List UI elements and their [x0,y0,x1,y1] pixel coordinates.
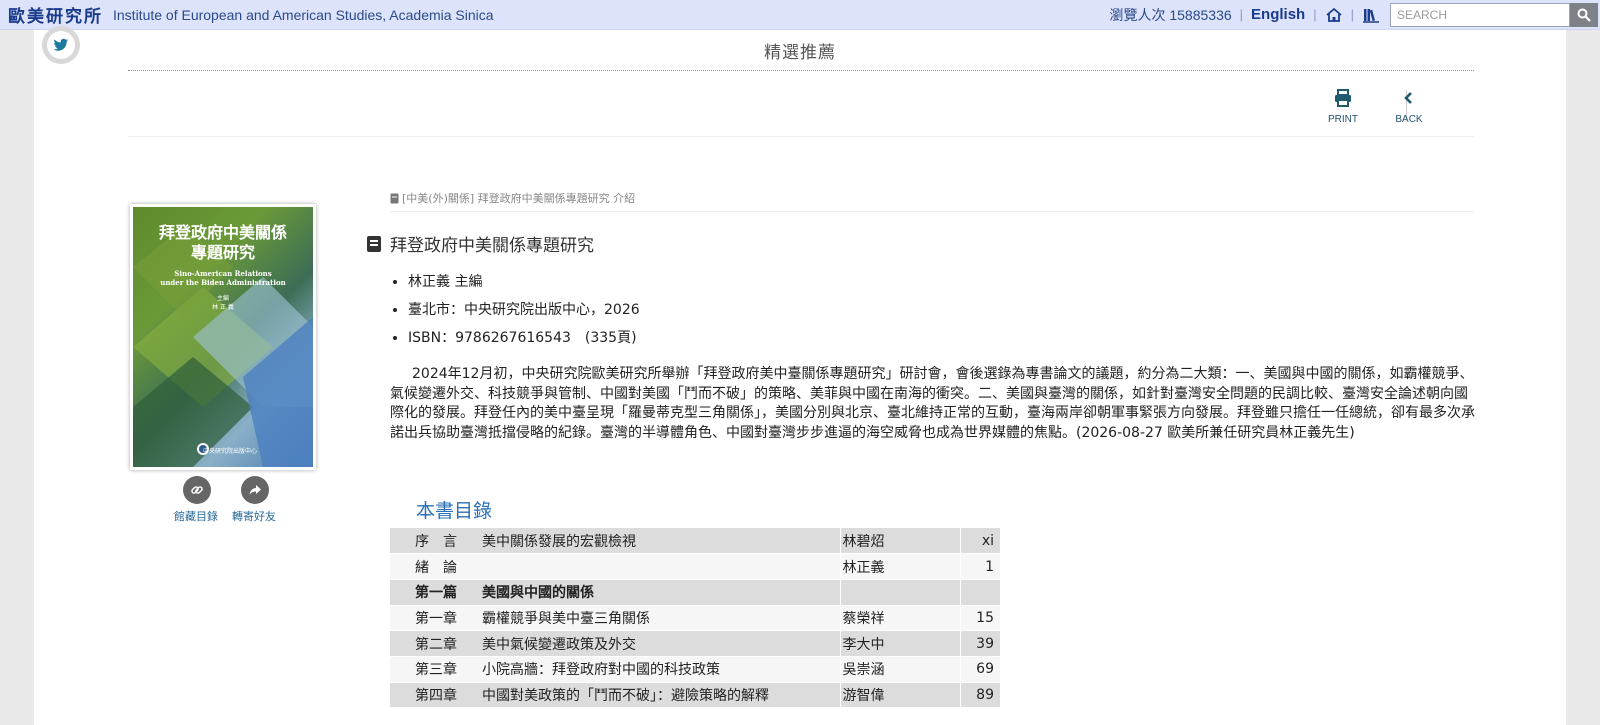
book-publisher: 臺北市：中央研究院出版中心，2026 [408,300,640,328]
toc-author: 林正義 [839,553,960,580]
forward-friend-button[interactable] [241,476,269,504]
book-isbn: ISBN：9786267616543 (335頁) [408,328,640,356]
toc-chapter-title: 小院高牆：拜登政府對中國的科技政策 [482,656,840,683]
print-button[interactable]: PRINT [1321,88,1365,125]
share-arrow-icon [249,485,261,495]
toc-row: 序 言美中關係發展的宏觀檢視 林碧炤 xi [390,528,1000,555]
toc-author [839,579,960,606]
search-input[interactable] [1390,2,1570,27]
site-logo[interactable]: 歐美研究所 [8,2,103,27]
toc-chapter-number: 第二章 [390,630,482,657]
book-icon [367,235,381,252]
toc-page: 69 [959,656,1000,683]
toc-chapter-number: 緒 論 [390,553,482,580]
toc-author: 吳崇涵 [839,656,960,683]
toc-page: 15 [959,605,1000,632]
cover-title: 拜登政府中美關係 專題研究 [158,223,287,262]
top-bar: 歐美研究所 Institute of European and American… [0,0,1600,30]
collection-catalog-button[interactable] [183,476,211,504]
back-button[interactable]: BACK [1387,88,1431,125]
book-title-text: 拜登政府中美關係專題研究 [390,236,594,256]
divider [390,211,1474,212]
books-icon[interactable] [1362,6,1380,24]
visit-counter: 瀏覽人次 15885336 [1109,6,1232,23]
toc-author: 蔡榮祥 [839,605,960,632]
book-meta-list: 林正義 主編 臺北市：中央研究院出版中心，2026 ISBN：978626761… [408,272,640,356]
chevron-left-icon [1404,92,1412,104]
toc-page [959,579,1000,606]
toc-chapter-title: 美國與中國的關係 [482,579,840,606]
english-link[interactable]: English [1251,6,1305,23]
divider: | [1313,7,1317,22]
toc-chapter-title: 美中氣候變遷政策及外交 [482,630,840,657]
toc-page: xi [959,528,1000,555]
toc-author: 林碧炤 [839,528,960,555]
section-title: 精選推薦 [764,43,836,63]
toc-page: 1 [959,553,1000,580]
home-icon[interactable] [1325,6,1343,24]
topbar-right: 瀏覽人次 15885336 | English | | [1109,0,1600,30]
toc-row: 第四章 中國對美政策的「鬥而不破」：避險策略的解釋 游智偉 89 [390,682,1000,709]
toc-chapter-number: 第四章 [390,682,482,709]
book-cover: 拜登政府中美關係 專題研究 Sino-American Relations un… [130,204,316,470]
toc-author: 游智偉 [839,682,960,709]
toc-table: 序 言美中關係發展的宏觀檢視 林碧炤 xi 緒 論林正義 1 第一篇 美國與中國的關係 第一章… [390,528,1000,709]
search-icon [1577,8,1591,22]
institute-name[interactable]: Institute of European and American Studi… [113,7,494,23]
toc-chapter-title: 中國對美政策的「鬥而不破」：避險策略的解釋 [482,682,840,709]
toc-chapter-number: 第三章 [390,656,482,683]
toc-chapter-number: 第一篇 [390,579,482,606]
print-label: PRINT [1328,114,1358,125]
toc-author: 李大中 [839,630,960,657]
toc-row: 緒 論 林正義 1 [390,553,1000,580]
toc-title: 本書目錄 [416,500,493,522]
forward-friend-link[interactable]: 轉寄好友 [232,508,276,524]
book-title: 拜登政府中美關係專題研究 [366,231,594,256]
toc-chapter-title [482,553,840,580]
cover-editor: 主編 林 正 義 [212,295,234,311]
cover-publisher: 中央研究院出版中心 [202,448,257,455]
breadcrumb-text[interactable]: [中美(外)關係] 拜登政府中美關係專題研究 介紹 [402,190,635,206]
toc-chapter-number: 第一章 [390,605,482,632]
page-content: 精選推薦 PRINT BACK 拜登政府中美關係 專題研究 Sino-Ameri… [34,26,1566,725]
divider [128,70,1474,71]
breadcrumb: [中美(外)關係] 拜登政府中美關係專題研究 介紹 [390,190,635,206]
book-editor: 林正義 主編 [408,272,640,300]
toc-chapter-number: 序 言 [390,528,482,555]
toc-page: 39 [959,630,1000,657]
printer-icon [1335,89,1351,107]
divider: | [1350,7,1354,22]
link-icon [191,486,203,494]
back-label: BACK [1395,114,1423,125]
search-button[interactable] [1570,2,1598,27]
cover-subtitle: Sino-American Relations under the Biden … [160,269,286,287]
divider: | [1239,7,1244,22]
toc-chapter-title: 美中關係發展的宏觀檢視 [482,528,840,555]
toc-row: 第二章 美中氣候變遷政策及外交 李大中 39 [390,630,1000,657]
collection-catalog-link[interactable]: 館藏目錄 [174,508,218,524]
toc-row: 第三章 小院高牆：拜登政府對中國的科技政策 吳崇涵 69 [390,656,1000,683]
toc-row: 第一篇 美國與中國的關係 [390,579,1000,606]
book-abstract: 2024年12月初，中央研究院歐美研究所舉辦「拜登政府美中臺關係專題研究」研討會… [390,366,1475,441]
book-small-icon [390,193,399,203]
toc-chapter-title: 霸權競爭與美中臺三角關係 [482,605,840,632]
divider [128,136,1474,137]
toc-page: 89 [959,682,1000,709]
toc-row: 第一章 霸權競爭與美中臺三角關係 蔡榮祥 15 [390,605,1000,632]
